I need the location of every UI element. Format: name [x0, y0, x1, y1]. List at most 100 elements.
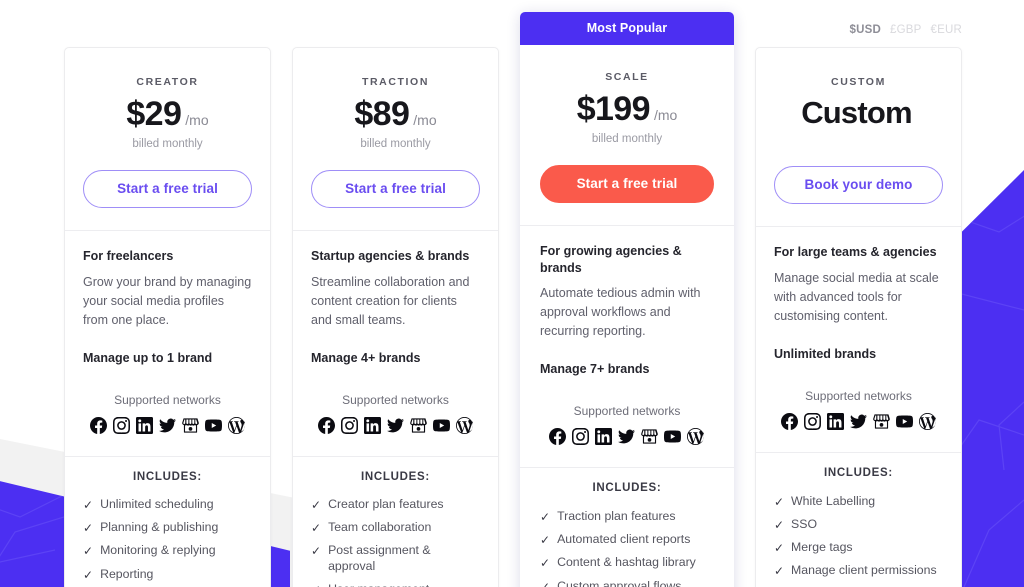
check-icon: ✓ — [773, 541, 785, 556]
twitter-icon — [159, 417, 176, 434]
feature-label: Monitoring & replying — [100, 543, 216, 558]
cta-button-creator[interactable]: Start a free trial — [83, 169, 252, 208]
networks-heading: Supported networks — [342, 392, 449, 407]
feature-item: ✓ Manage client permissions — [774, 560, 943, 583]
feature-item: ✓ User management — [311, 579, 480, 587]
feature-label: Reporting — [100, 566, 154, 581]
price-row-custom: Custom — [774, 96, 943, 130]
price-period-scale: /mo — [653, 107, 678, 123]
blurb-creator: Grow your brand by managing your social … — [83, 274, 252, 327]
brands-custom: Unlimited brands — [773, 347, 877, 362]
blurb-traction: Streamline collaboration and content cre… — [311, 274, 470, 327]
check-icon: ✓ — [773, 564, 785, 579]
audience-custom: For large teams & agencies — [773, 245, 937, 260]
wordpress-icon — [918, 413, 936, 431]
check-icon: ✓ — [83, 498, 94, 513]
brands-scale: Manage 7+ brands — [540, 362, 650, 377]
google-business-icon — [410, 417, 427, 434]
price-row-traction: $89 /mo — [311, 96, 480, 133]
feature-label: Traction plan features — [557, 508, 676, 523]
pricing-card-creator: CREATOR $29 /mo billed monthly Start a f… — [64, 47, 271, 587]
price-amount-traction: $89 — [354, 95, 410, 133]
includes-heading: INCLUDES: — [592, 482, 662, 495]
linkedin-icon — [826, 413, 844, 431]
brands-traction: Manage 4+ brands — [311, 350, 421, 365]
youtube-icon — [433, 417, 450, 434]
feature-item: ✓ Automated client reports — [540, 529, 714, 552]
brands-creator: Manage up to 1 brand — [83, 350, 213, 365]
feature-item: ✓ Reporting — [83, 563, 252, 586]
currency-switcher[interactable]: $USD £GBP €EUR — [850, 24, 962, 36]
feature-item: ✓ Creator plan features — [311, 494, 480, 517]
includes-divider — [755, 452, 961, 454]
check-icon: ✓ — [311, 498, 322, 513]
cta-button-traction[interactable]: Start a free trial — [311, 169, 480, 208]
instagram-icon — [113, 416, 130, 434]
feature-list-traction: ✓ Creator plan features ✓ Team collaborati… — [311, 494, 480, 587]
feature-label: User management — [328, 582, 429, 587]
feature-label: Content & hashtag library — [557, 555, 696, 570]
currency-option-eur[interactable]: €EUR — [931, 24, 962, 36]
price-amount-creator: $29 — [126, 95, 182, 133]
cta-button-scale[interactable]: Start a free trial — [540, 164, 714, 203]
check-icon: ✓ — [540, 509, 551, 524]
linkedin-icon — [136, 416, 153, 434]
feature-label: White Labelling — [791, 493, 876, 508]
plan-name-custom: CUSTOM — [831, 76, 886, 88]
wordpress-icon — [228, 416, 245, 434]
feature-item: ✓ Content & hashtag library — [540, 552, 714, 575]
feature-label: Post assignment & approval — [328, 543, 431, 574]
instagram-icon — [803, 413, 821, 431]
plan-name-traction: TRACTION — [361, 76, 430, 88]
feature-item: ✓ Traction plan features — [540, 505, 714, 528]
includes-divider — [65, 455, 270, 457]
google-business-icon — [873, 413, 890, 430]
facebook-icon — [90, 416, 107, 434]
networks-heading: Supported networks — [805, 389, 912, 404]
check-icon: ✓ — [311, 521, 322, 536]
pricing-card-custom: CUSTOM Custom Book your demo For large t… — [754, 47, 962, 587]
network-icons-traction — [311, 416, 480, 434]
billing-note-custom — [774, 134, 943, 149]
networks-heading: Supported networks — [114, 392, 221, 407]
billing-note-creator: billed monthly — [132, 137, 203, 150]
card-divider — [520, 224, 734, 226]
currency-option-usd[interactable]: $USD — [850, 24, 881, 36]
check-icon: ✓ — [540, 579, 551, 587]
feature-item: ✓ Post assignment & approval — [311, 540, 480, 579]
youtube-icon — [895, 413, 913, 430]
feature-label: Manage client permissions — [791, 563, 937, 578]
youtube-icon — [205, 417, 222, 434]
wordpress-icon — [456, 416, 473, 434]
network-icons-scale — [540, 428, 714, 446]
card-divider — [293, 229, 498, 231]
cta-button-custom[interactable]: Book your demo — [773, 166, 943, 205]
feature-label: Team collaboration — [328, 520, 432, 535]
price-row-scale: $199 /mo — [540, 91, 714, 128]
instagram-icon — [341, 416, 358, 434]
price-row-creator: $29 /mo — [83, 96, 252, 133]
pricing-card-traction: TRACTION $89 /mo billed monthly Start a … — [292, 47, 499, 587]
feature-item: ✓ Monitoring & replying — [83, 540, 252, 563]
most-popular-banner: Most Popular — [520, 12, 734, 45]
network-icons-creator — [83, 416, 252, 434]
feature-list-scale: ✓ Traction plan features ✓ Automated clien… — [540, 505, 714, 587]
feature-label: Creator plan features — [328, 497, 444, 512]
linkedin-icon — [595, 428, 613, 446]
currency-option-gbp[interactable]: £GBP — [890, 24, 921, 36]
feature-item: ✓Dedicated account manager — [774, 583, 943, 587]
blurb-custom: Manage social media at scale with advanc… — [773, 271, 939, 324]
facebook-icon — [549, 428, 567, 446]
feature-label: Automated client reports — [557, 532, 691, 547]
twitter-icon — [387, 417, 404, 434]
billing-note-traction: billed monthly — [360, 137, 431, 150]
facebook-icon — [318, 416, 335, 434]
card-divider — [65, 229, 270, 231]
includes-heading: INCLUDES: — [824, 467, 893, 480]
twitter-icon — [618, 428, 636, 445]
price-period-creator: /mo — [185, 112, 209, 128]
blurb-scale: Automate tedious admin with approval wor… — [540, 286, 701, 339]
audience-traction: Startup agencies & brands — [311, 248, 470, 263]
audience-scale: For growing agencies & brands — [540, 243, 682, 275]
feature-item: ✓ Custom approval flows — [540, 575, 714, 587]
